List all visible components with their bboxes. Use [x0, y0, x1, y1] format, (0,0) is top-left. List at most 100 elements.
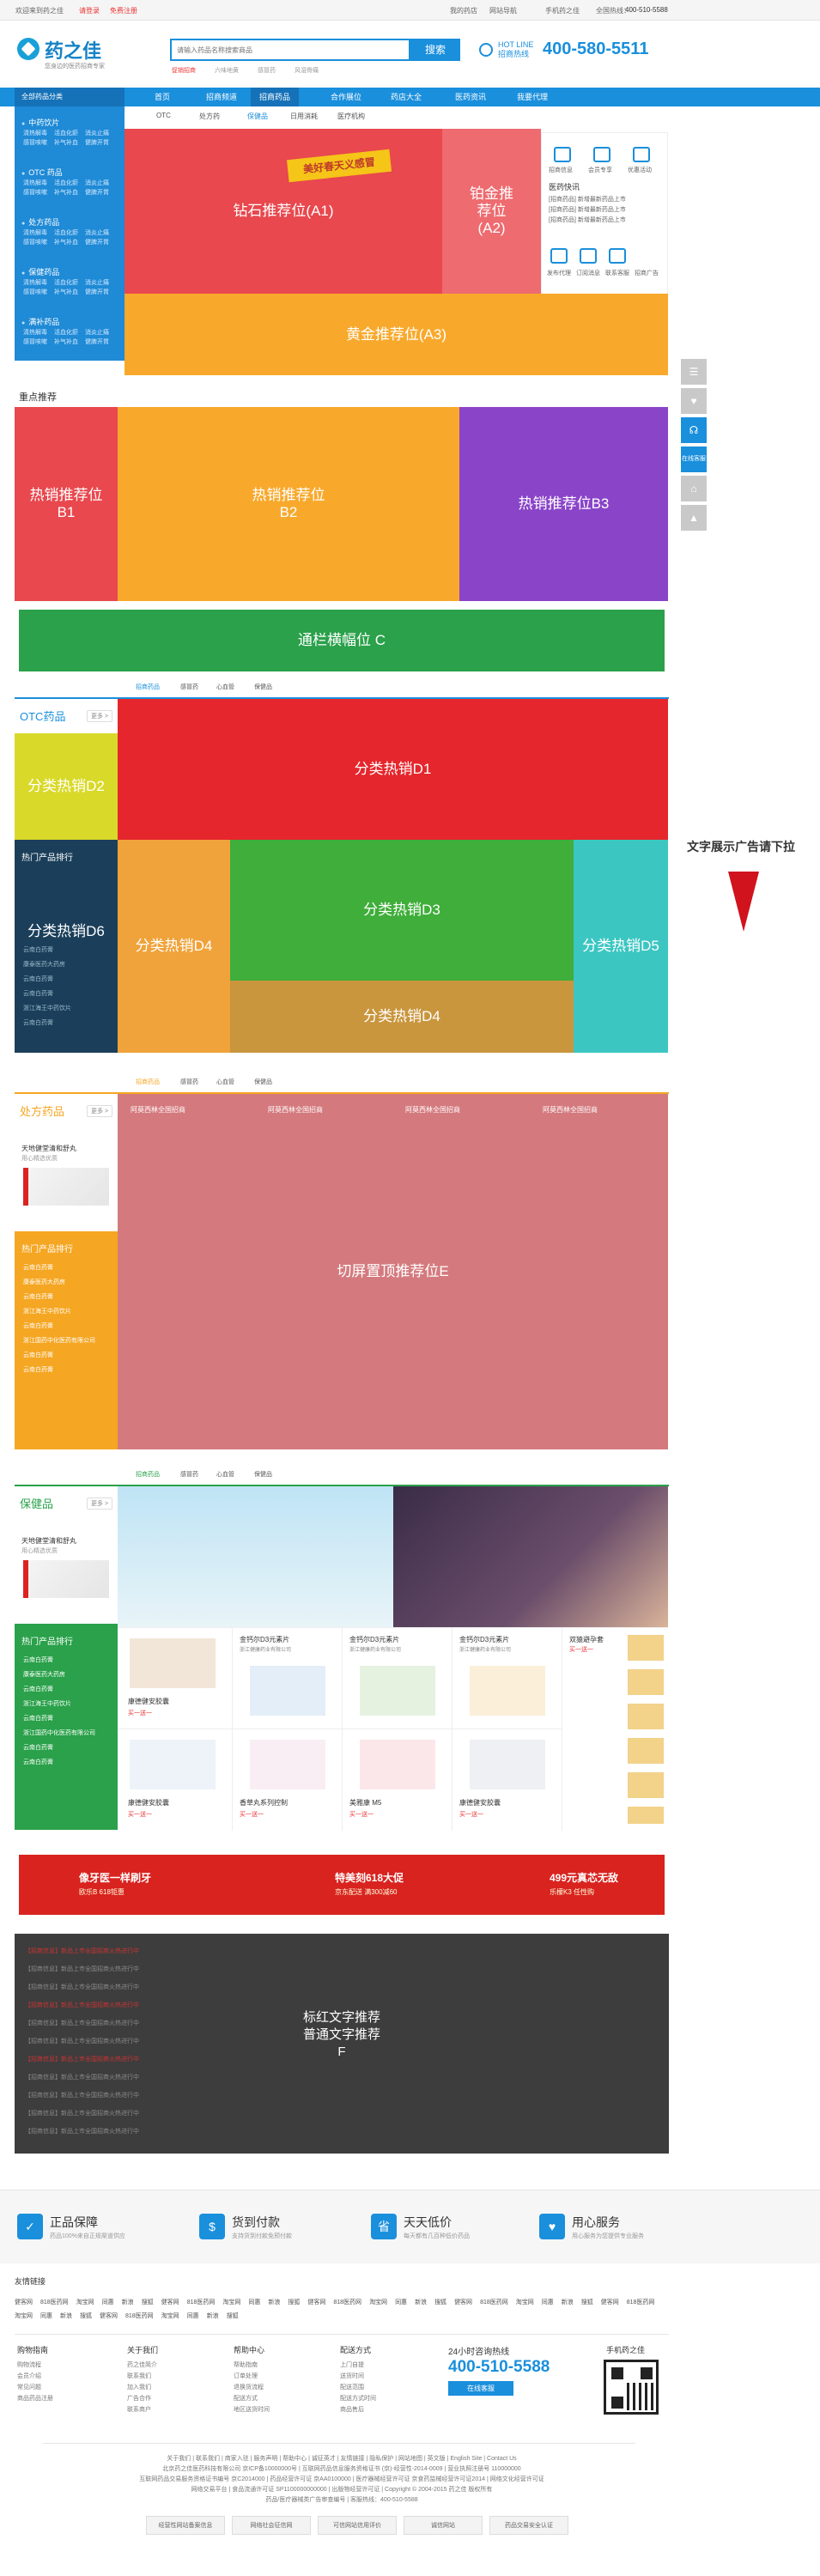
- headset-icon[interactable]: [609, 248, 626, 264]
- friend-link[interactable]: 淘宝网: [516, 2300, 534, 2306]
- side-text-ad[interactable]: 文字展示广告请下拉: [687, 838, 795, 855]
- hot-slot-d3[interactable]: 分类热销D3: [230, 840, 574, 981]
- hot-slot-d1[interactable]: 分类热销D1: [118, 699, 668, 840]
- footer-link[interactable]: 退换货流程: [234, 2382, 270, 2393]
- back-to-top-icon[interactable]: ▲: [681, 505, 707, 531]
- footer-link[interactable]: 送货时间: [340, 2371, 376, 2382]
- login-link[interactable]: 请登录: [79, 6, 100, 15]
- heart-icon[interactable]: ♥: [681, 388, 707, 414]
- category-link[interactable]: 活血化瘀: [54, 328, 85, 337]
- category-link[interactable]: 消炎止痛: [85, 278, 116, 288]
- category-title[interactable]: 满补药品: [21, 316, 59, 327]
- footer-link[interactable]: 帮助指南: [234, 2360, 270, 2371]
- tab-health-drugs[interactable]: 招商药品: [136, 1470, 160, 1479]
- friend-link[interactable]: 新浪: [562, 2300, 574, 2306]
- news-item[interactable]: [招商药品] 新增最新药品上市: [549, 205, 626, 216]
- footer-link[interactable]: 购物流程: [17, 2360, 53, 2371]
- otc-more-link[interactable]: 更多 >: [87, 710, 113, 722]
- category-link[interactable]: 消炎止痛: [85, 228, 116, 238]
- category-link[interactable]: 补气补血: [54, 188, 85, 197]
- product-card[interactable]: 双猿避孕套 买一送一: [562, 1628, 668, 1831]
- friend-link[interactable]: 健客网: [454, 2300, 472, 2306]
- menu-icon[interactable]: ☰: [681, 359, 707, 385]
- online-service-button[interactable]: 在线客服: [448, 2381, 513, 2396]
- rank-item[interactable]: 云南白药膏: [23, 972, 71, 987]
- category-link[interactable]: 清热解毒: [23, 328, 54, 337]
- rank-item[interactable]: 浙江海王中药饮片: [23, 1304, 95, 1319]
- category-link[interactable]: 消炎止痛: [85, 179, 116, 188]
- category-link[interactable]: 补气补血: [54, 288, 85, 297]
- rank-item[interactable]: 云南白药膏: [23, 943, 71, 957]
- tab-rx-drugs[interactable]: 招商药品: [136, 1078, 160, 1086]
- product-card[interactable]: 康德健安胶囊 买一送一: [118, 1628, 233, 1729]
- register-link[interactable]: 免费注册: [110, 6, 137, 15]
- friend-link[interactable]: 淘宝网: [76, 2300, 94, 2306]
- text-ad-line[interactable]: 【招商信息】新品上市全国招商火热进行中: [25, 1960, 659, 1978]
- news-item[interactable]: [招商药品] 新增最新药品上市: [549, 195, 626, 205]
- category-head[interactable]: 全部药品分类: [15, 88, 125, 106]
- hot-slot-d4-left[interactable]: 分类热销D4: [118, 840, 230, 1053]
- friend-link[interactable]: 新浪: [415, 2300, 427, 2306]
- member-icon[interactable]: [593, 147, 610, 162]
- hot-word[interactable]: 促销招商: [172, 68, 196, 74]
- health-more-link[interactable]: 更多 >: [87, 1498, 113, 1510]
- category-link[interactable]: 活血化瘀: [54, 228, 85, 238]
- nav-item-drugs[interactable]: 招商药品: [251, 88, 300, 106]
- sub-nav-item[interactable]: 医疗机构: [337, 112, 365, 121]
- promo-title[interactable]: 特美刻618大促: [335, 1870, 404, 1885]
- category-title[interactable]: OTC 药品: [21, 167, 63, 178]
- friend-link[interactable]: 搜狐: [227, 2313, 239, 2319]
- trust-badge[interactable]: 药品交易安全认证: [489, 2516, 568, 2535]
- tab-otc-drugs[interactable]: 招商药品: [136, 683, 160, 691]
- category-link[interactable]: 活血化瘀: [54, 129, 85, 138]
- product-card[interactable]: 康德健安胶囊 买一送一: [453, 1729, 562, 1831]
- category-link[interactable]: 清热解毒: [23, 228, 54, 238]
- friend-link[interactable]: 818医药网: [187, 2300, 216, 2306]
- feature-slot-e[interactable]: 切屏置顶推荐位E: [118, 1094, 668, 1449]
- category-link[interactable]: 感冒咳嗽: [23, 288, 54, 297]
- hot-word[interactable]: 六味地黄: [215, 68, 239, 74]
- gift-icon[interactable]: [633, 147, 650, 162]
- nav-item-booth[interactable]: 合作展位: [331, 88, 361, 106]
- search-button[interactable]: 搜索: [410, 39, 460, 61]
- friend-link[interactable]: 健客网: [601, 2300, 619, 2306]
- promo-strip[interactable]: 像牙医一样刷牙 欧乐B 618钜惠 特美刻618大促 京东配送 满300减60 …: [19, 1855, 665, 1915]
- category-title[interactable]: 保健药品: [21, 266, 59, 277]
- nav-item-agent[interactable]: 我要代理: [517, 88, 548, 106]
- category-link[interactable]: 清热解毒: [23, 129, 54, 138]
- product-card[interactable]: 香草丸系列控制 买一送一: [233, 1729, 343, 1831]
- rank-item[interactable]: 云南白药膏: [23, 1755, 95, 1770]
- category-link[interactable]: 感冒咳嗽: [23, 238, 54, 247]
- footer-link[interactable]: 加入我们: [127, 2382, 157, 2393]
- category-link[interactable]: 补气补血: [54, 238, 85, 247]
- hot-word[interactable]: 感冒药: [258, 68, 276, 74]
- footer-link[interactable]: 商品药品注册: [17, 2393, 53, 2404]
- rx-more-link[interactable]: 更多 >: [87, 1105, 113, 1117]
- site-nav-link[interactable]: 网站导航: [489, 6, 517, 15]
- category-title[interactable]: 处方药品: [21, 216, 59, 228]
- friend-link[interactable]: 同惠: [395, 2300, 407, 2306]
- rank-item[interactable]: 云南白药膏: [23, 1741, 95, 1755]
- friend-link[interactable]: 淘宝网: [161, 2313, 179, 2319]
- footer-bottom-links[interactable]: 关于我们 | 联系我们 | 商家入驻 | 服务声明 | 帮助中心 | 诚征英才 …: [15, 2454, 669, 2464]
- platinum-slot-a2[interactable]: 铂金推 荐位 (A2): [442, 129, 541, 294]
- rank-item[interactable]: 云南白药膏: [23, 1711, 95, 1726]
- category-link[interactable]: 健脾开胃: [85, 138, 116, 148]
- hot-slot-d2[interactable]: 分类热销D2: [15, 733, 118, 840]
- product-title[interactable]: 阿莫西林全国招商: [543, 1105, 598, 1115]
- sub-nav-item[interactable]: OTC: [156, 112, 171, 119]
- rank-item[interactable]: 浙江海王中药饮片: [23, 1697, 95, 1711]
- rank-item[interactable]: 云南白药膏: [23, 1363, 95, 1377]
- sub-nav-item[interactable]: 保健品: [247, 112, 268, 121]
- rank-item[interactable]: 浙江海王中药饮片: [23, 1001, 71, 1016]
- text-ad-line-red[interactable]: 【招商信息】新品上市全国招商火热进行中: [25, 1942, 659, 1960]
- info-icon[interactable]: [554, 147, 571, 162]
- mail-icon[interactable]: [580, 248, 597, 264]
- friend-link[interactable]: 818医药网: [627, 2300, 655, 2306]
- product-title[interactable]: 阿莫西林全国招商: [268, 1105, 323, 1115]
- logo-title[interactable]: 药之佳: [45, 36, 101, 64]
- tab-health-health[interactable]: 保健品: [254, 1470, 272, 1479]
- hot-slot-b3[interactable]: 热销推荐位B3: [459, 407, 668, 601]
- product-image[interactable]: [23, 1560, 109, 1598]
- footer-link[interactable]: 药之佳简介: [127, 2360, 157, 2371]
